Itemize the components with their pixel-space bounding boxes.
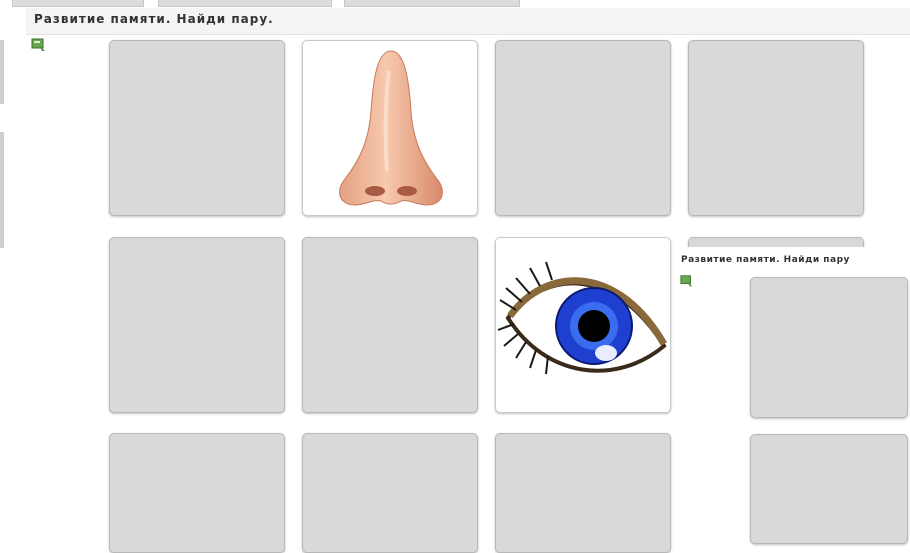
memory-card[interactable] — [109, 40, 285, 216]
background-tab — [158, 0, 332, 7]
memory-card[interactable] — [109, 433, 285, 553]
memory-card[interactable] — [302, 433, 478, 553]
background-tab — [344, 0, 520, 7]
nose-icon — [339, 50, 443, 206]
background-window-edge — [0, 132, 4, 248]
game-title: Развитие памяти. Найди пару. — [34, 12, 274, 26]
help-icon[interactable] — [680, 273, 694, 292]
memory-card[interactable] — [750, 277, 908, 418]
second-game-window: Развитие памяти. Найди пару — [676, 247, 910, 544]
memory-card-nose[interactable] — [302, 40, 478, 216]
memory-card[interactable] — [688, 40, 864, 216]
memory-card[interactable] — [495, 40, 671, 216]
memory-card[interactable] — [495, 433, 671, 553]
game-title-bar: Развитие памяти. Найди пару. — [26, 8, 910, 35]
memory-card[interactable] — [302, 237, 478, 413]
memory-card[interactable] — [750, 434, 908, 544]
second-game-title: Развитие памяти. Найди пару — [681, 255, 850, 265]
help-icon[interactable] — [31, 37, 47, 57]
background-tab — [12, 0, 144, 7]
memory-card[interactable] — [109, 237, 285, 413]
background-window-edge — [0, 40, 4, 104]
eye-icon — [497, 261, 668, 375]
memory-card-eye[interactable] — [495, 237, 671, 413]
